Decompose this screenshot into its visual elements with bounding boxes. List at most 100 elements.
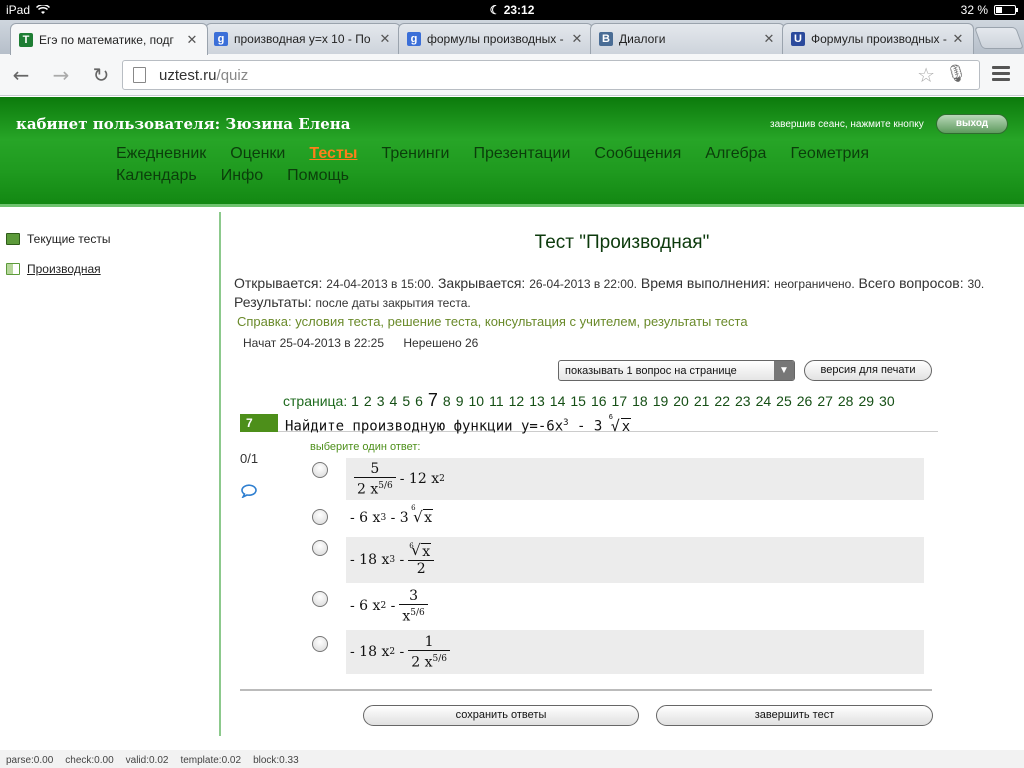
sidebar-item-derivative[interactable]: Производная: [6, 262, 101, 276]
bookmark-star-icon[interactable]: ☆: [917, 63, 935, 87]
page-link[interactable]: 19: [653, 393, 669, 409]
close-icon[interactable]: ✕: [570, 31, 584, 47]
comment-icon[interactable]: [240, 484, 258, 498]
nav-item[interactable]: Геометрия: [790, 145, 869, 167]
nav-item[interactable]: Календарь: [116, 167, 197, 189]
answer-option-1[interactable]: 52 x5/6 - 12 x2: [346, 458, 924, 500]
page-link[interactable]: 27: [817, 393, 833, 409]
nav-item[interactable]: Алгебра: [705, 145, 766, 167]
url-text[interactable]: uztest.ru/quiz: [159, 67, 248, 84]
finish-test-button[interactable]: завершить тест: [656, 705, 933, 726]
browser-tab-1[interactable]: Т Егэ по математике, подг ✕: [10, 23, 208, 55]
page-link[interactable]: 2: [364, 393, 372, 409]
sidebar-item-current-tests[interactable]: Текущие тесты: [6, 232, 110, 246]
answer-option-2[interactable]: - 6 x3 - 3 6 √ x: [346, 504, 924, 530]
site-header: кабинет пользователя: Зюзина Елена завер…: [0, 97, 1024, 207]
nav-item[interactable]: Ежедневник: [116, 145, 206, 167]
favicon-icon: U: [791, 32, 805, 46]
logout-button[interactable]: выход: [936, 114, 1008, 134]
page-link[interactable]: 8: [443, 393, 451, 409]
forward-icon[interactable]: →: [48, 62, 74, 88]
page-link[interactable]: 18: [632, 393, 648, 409]
page-link[interactable]: 9: [456, 393, 464, 409]
page-link[interactable]: 5: [402, 393, 410, 409]
page-link[interactable]: 13: [529, 393, 545, 409]
page-link[interactable]: 10: [469, 393, 485, 409]
close-icon[interactable]: ✕: [762, 31, 776, 47]
page-link[interactable]: 26: [797, 393, 813, 409]
page-link[interactable]: 16: [591, 393, 607, 409]
question-number: 7: [240, 414, 278, 432]
browser-tab-5[interactable]: U Формулы производных - ✕: [782, 23, 974, 54]
user-cabinet-title: кабинет пользователя: Зюзина Елена: [16, 115, 351, 133]
question-text: Найдите производную функции y=-6x3 - 3 6…: [285, 412, 632, 435]
page-link[interactable]: 28: [838, 393, 854, 409]
page-link[interactable]: 1: [351, 393, 359, 409]
answer-option-4[interactable]: - 6 x2 - 3 x5/6: [346, 586, 924, 626]
save-answers-button[interactable]: сохранить ответы: [363, 705, 639, 726]
page-link[interactable]: 22: [714, 393, 730, 409]
main-nav: Ежедневник Оценки Тесты Тренинги Презентации…: [116, 145, 916, 189]
page-link[interactable]: 25: [776, 393, 792, 409]
per-page-select[interactable]: показывать 1 вопрос на странице ▼: [558, 360, 795, 381]
nav-item[interactable]: Инфо: [221, 167, 263, 189]
started-at: Начат 25-04-2013 в 22:25: [243, 336, 385, 350]
test-info: Открывается: 24-04-2013 в 15:00. Закрыва…: [234, 275, 985, 310]
unsolved-count: Нерешено 26: [403, 336, 479, 350]
menu-icon[interactable]: [992, 66, 1010, 82]
nav-item[interactable]: Тренинги: [381, 145, 449, 167]
page-link[interactable]: 3: [377, 393, 385, 409]
new-tab-button[interactable]: [973, 27, 1024, 49]
debug-metric: parse:0.00: [6, 755, 54, 766]
page-link[interactable]: 17: [612, 393, 628, 409]
page-link[interactable]: 6: [415, 393, 423, 409]
answer-radio-4[interactable]: [312, 591, 328, 607]
answer-radio-1[interactable]: [312, 462, 328, 478]
help-links[interactable]: Справка: условия теста, решение теста, к…: [237, 314, 748, 329]
page-link[interactable]: 7: [428, 390, 438, 410]
sidebar: Текущие тесты Производная: [0, 212, 220, 738]
page-link[interactable]: 24: [756, 393, 772, 409]
page-link[interactable]: 4: [390, 393, 398, 409]
page-link[interactable]: 20: [673, 393, 689, 409]
page-link[interactable]: 12: [509, 393, 525, 409]
back-icon[interactable]: ←: [8, 62, 34, 88]
print-version-button[interactable]: версия для печати: [804, 360, 932, 381]
clock: 23:12: [503, 3, 535, 17]
screen: iPad ☾ 23:12 32 % Т Егэ по математике, по…: [0, 0, 1024, 768]
page-link[interactable]: 30: [879, 393, 895, 409]
answer-option-5[interactable]: - 18 x2 - 12 x5/6: [346, 630, 924, 674]
reload-icon[interactable]: ↻: [88, 62, 114, 88]
page-link[interactable]: 23: [735, 393, 751, 409]
browser-tab-3[interactable]: g формулы производных - ✕: [398, 23, 593, 54]
book-icon: [6, 233, 20, 245]
page-link[interactable]: 29: [858, 393, 874, 409]
open-book-icon: [6, 263, 20, 275]
page-link[interactable]: 14: [550, 393, 566, 409]
browser-tab-2[interactable]: g производная у=х 10 - По ✕: [205, 23, 401, 54]
answer-radio-2[interactable]: [312, 509, 328, 525]
test-stats: Начат 25-04-2013 в 22:25 Нерешено 26: [243, 336, 494, 350]
close-icon[interactable]: ✕: [185, 32, 199, 48]
page-link[interactable]: 21: [694, 393, 710, 409]
choose-one-label: выберите один ответ:: [310, 441, 421, 453]
microphone-icon[interactable]: 🎙: [945, 64, 967, 84]
page-link[interactable]: 11: [489, 393, 504, 409]
nav-item[interactable]: Сообщения: [594, 145, 681, 167]
nav-item[interactable]: Презентации: [474, 145, 571, 167]
answer-option-3[interactable]: - 18 x3 - 6 √ x 2: [346, 537, 924, 583]
answer-radio-5[interactable]: [312, 636, 328, 652]
nav-item[interactable]: Помощь: [287, 167, 349, 189]
chevron-down-icon: ▼: [774, 361, 794, 380]
moon-icon: ☾: [489, 3, 501, 17]
close-icon[interactable]: ✕: [378, 31, 392, 47]
nav-item[interactable]: Тесты: [309, 145, 357, 167]
tab-title: производная у=х 10 - По: [234, 32, 371, 46]
browser-tab-4[interactable]: B Диалоги ✕: [590, 23, 785, 54]
close-icon[interactable]: ✕: [951, 31, 965, 47]
page-link[interactable]: 15: [570, 393, 586, 409]
address-bar[interactable]: uztest.ru/quiz ☆ 🎙: [122, 60, 980, 90]
answer-radio-3[interactable]: [312, 540, 328, 556]
debug-timings: parse:0.00 check:0.00 valid:0.02 template:0…: [0, 750, 1024, 768]
nav-item[interactable]: Оценки: [230, 145, 285, 167]
